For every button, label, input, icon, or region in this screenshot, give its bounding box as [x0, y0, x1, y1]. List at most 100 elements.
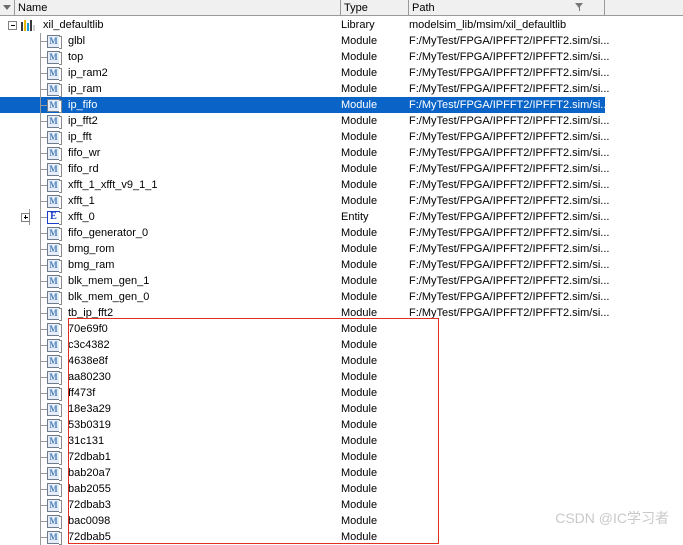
tree-row-type: Module [341, 339, 378, 351]
tree-row[interactable]: Mblk_mem_gen_1 Module F:/MyTest/FPGA/IPFFT… [0, 273, 683, 289]
library-tree[interactable]: xil_defaultlib Library modelsim_lib/msim/x… [0, 17, 683, 545]
tree-row-name-cell[interactable]: Mtop [0, 49, 83, 65]
tree-row-name-cell[interactable]: Mxfft_1 [0, 193, 95, 209]
tree-row[interactable]: M 31c131 Module [0, 433, 683, 449]
tree-row-type: Module [341, 307, 378, 319]
funnel-icon[interactable] [575, 3, 584, 12]
module-icon: M [47, 434, 62, 449]
tree-elbow [34, 529, 47, 545]
tree-row-name-cell[interactable]: Exfft_0 [0, 209, 95, 225]
tree-row[interactable]: Mff473f Module [0, 385, 683, 401]
column-header-name[interactable]: Name [15, 0, 341, 15]
tree-row[interactable]: Mip_fft2 Module F:/MyTest/FPGA/IPFFT2/IPFF… [0, 113, 683, 129]
tree-row-name-cell[interactable]: M 72dbab3 [0, 497, 111, 513]
tree-row-name-cell[interactable]: Mtb_ip_fft2 [0, 305, 113, 321]
module-icon: M [47, 226, 62, 241]
tree-row[interactable]: M 72dbab1 Module [0, 449, 683, 465]
tree-row[interactable]: Mip_fifo Module F:/MyTest/FPGA/IPFFT2/IPFF… [0, 97, 683, 113]
tree-row-name-cell[interactable]: Mip_ram2 [0, 65, 108, 81]
tree-row[interactable]: Mglbl Module F:/MyTest/FPGA/IPFFT2/IPFFT2.… [0, 33, 683, 49]
tree-row-name-cell[interactable]: Mfifo_wr [0, 145, 100, 161]
tree-row-name-cell[interactable]: Mglbl [0, 33, 85, 49]
tree-row-name-cell[interactable]: Mfifo_generator_0 [0, 225, 148, 241]
tree-row-name-cell[interactable]: Mblk_mem_gen_1 [0, 273, 149, 289]
tree-row[interactable]: Mblk_mem_gen_0 Module F:/MyTest/FPGA/IPFFT… [0, 289, 683, 305]
module-icon: M [47, 178, 62, 193]
tree-row-name-cell[interactable]: Mblk_mem_gen_0 [0, 289, 149, 305]
tree-row-name-cell[interactable]: Mip_fifo [0, 97, 97, 113]
tree-row-label: bmg_rom [68, 243, 115, 255]
tree-row[interactable]: M 53b0319 Module [0, 417, 683, 433]
module-icon: M [47, 338, 62, 353]
tree-row-name-cell[interactable]: Mbmg_ram [0, 257, 114, 273]
expand-expander-icon[interactable] [21, 212, 30, 222]
tree-row-type: Module [341, 483, 378, 495]
tree-elbow [34, 97, 47, 113]
expander-slot [17, 177, 34, 193]
tree-elbow [34, 353, 47, 369]
tree-row-name-cell[interactable]: Mip_ram [0, 81, 102, 97]
tree-row[interactable]: M 4638e8f Module [0, 353, 683, 369]
tree-row-name-cell[interactable]: Maa80230 [0, 369, 111, 385]
tree-row[interactable]: Mc3c4382 Module [0, 337, 683, 353]
tree-row-name-cell[interactable]: M 72dbab1 [0, 449, 111, 465]
module-icon: M [47, 370, 62, 385]
expander-slot [17, 241, 34, 257]
tree-row-name-cell[interactable]: M 4638e8f [0, 353, 108, 369]
tree-row-name-cell[interactable]: Mip_fft [0, 129, 92, 145]
tree-row[interactable]: Mip_ram Module F:/MyTest/FPGA/IPFFT2/IPFFT… [0, 81, 683, 97]
tree-row[interactable]: Mxfft_1 Module F:/MyTest/FPGA/IPFFT2/IPFFT… [0, 193, 683, 209]
tree-row[interactable]: Mbmg_rom Module F:/MyTest/FPGA/IPFFT2/IPFF… [0, 241, 683, 257]
tree-row[interactable]: Mfifo_generator_0 Module F:/MyTest/FPGA/IP… [0, 225, 683, 241]
tree-row-name-cell[interactable]: xil_defaultlib [0, 17, 104, 33]
tree-row-type: Entity [341, 211, 369, 223]
tree-row[interactable]: Mip_fft Module F:/MyTest/FPGA/IPFFT2/IPFFT… [0, 129, 683, 145]
column-header-path[interactable]: Path [409, 0, 605, 15]
tree-row[interactable]: Maa80230 Module [0, 369, 683, 385]
header-filter-button[interactable] [0, 0, 15, 15]
column-header-type[interactable]: Type [341, 0, 409, 15]
collapse-expander-icon[interactable] [8, 20, 17, 30]
tree-row-name-cell[interactable]: M 18e3a29 [0, 401, 111, 417]
tree-row[interactable]: M 72dbab5 Module [0, 529, 683, 545]
tree-row-name-cell[interactable]: M 31c131 [0, 433, 104, 449]
tree-elbow [34, 225, 47, 241]
tree-row-label: ip_fft [68, 131, 92, 143]
funnel-icon [3, 5, 11, 10]
tree-row[interactable]: Mtop Module F:/MyTest/FPGA/IPFFT2/IPFFT2.s… [0, 49, 683, 65]
expander-slot [17, 97, 34, 113]
tree-row-name-cell[interactable]: Mbmg_rom [0, 241, 114, 257]
tree-row-name-cell[interactable]: M 72dbab5 [0, 529, 111, 545]
tree-row[interactable]: xil_defaultlib Library modelsim_lib/msim/x… [0, 17, 683, 33]
tree-row[interactable]: Mbab20a7 Module [0, 465, 683, 481]
tree-row-name-cell[interactable]: Mip_fft2 [0, 113, 98, 129]
tree-guide [0, 145, 17, 161]
tree-row[interactable]: M 18e3a29 Module [0, 401, 683, 417]
tree-row[interactable]: Mfifo_rd Module F:/MyTest/FPGA/IPFFT2/IPFF… [0, 161, 683, 177]
tree-guide [0, 289, 17, 305]
tree-row[interactable]: Mbab2055 Module [0, 481, 683, 497]
tree-guide [0, 449, 17, 465]
tree-row-type: Module [341, 99, 378, 111]
tree-elbow [34, 321, 47, 337]
tree-row-name-cell[interactable]: Mxfft_1_xfft_v9_1_1 [0, 177, 158, 193]
tree-row-name-cell[interactable]: Mff473f [0, 385, 95, 401]
tree-row[interactable]: Mfifo_wr Module F:/MyTest/FPGA/IPFFT2/IPFF… [0, 145, 683, 161]
tree-row[interactable]: M 70e69f0 Module [0, 321, 683, 337]
tree-row[interactable]: Mip_ram2 Module F:/MyTest/FPGA/IPFFT2/IPFF… [0, 65, 683, 81]
tree-row-name-cell[interactable]: Mbab2055 [0, 481, 111, 497]
tree-row-name-cell[interactable]: Mfifo_rd [0, 161, 99, 177]
tree-row[interactable]: Mxfft_1_xfft_v9_1_1 Module F:/MyTest/FPGA/… [0, 177, 683, 193]
tree-row[interactable]: Mtb_ip_fft2 Module F:/MyTest/FPGA/IPFFT2/I… [0, 305, 683, 321]
tree-row-name-cell[interactable]: M 53b0319 [0, 417, 111, 433]
tree-row-name-cell[interactable]: Mbac0098 [0, 513, 110, 529]
tree-row-name-cell[interactable]: Mc3c4382 [0, 337, 110, 353]
tree-row-type: Module [341, 83, 378, 95]
tree-elbow [34, 289, 47, 305]
tree-row[interactable]: Mbmg_ram Module F:/MyTest/FPGA/IPFFT2/IPFF… [0, 257, 683, 273]
tree-row-name-cell[interactable]: M 70e69f0 [0, 321, 108, 337]
tree-row[interactable]: Exfft_0 Entity F:/MyTest/FPGA/IPFFT2/IPFFT… [0, 209, 683, 225]
tree-elbow [34, 401, 47, 417]
tree-row-label: c3c4382 [68, 339, 110, 351]
tree-row-name-cell[interactable]: Mbab20a7 [0, 465, 111, 481]
